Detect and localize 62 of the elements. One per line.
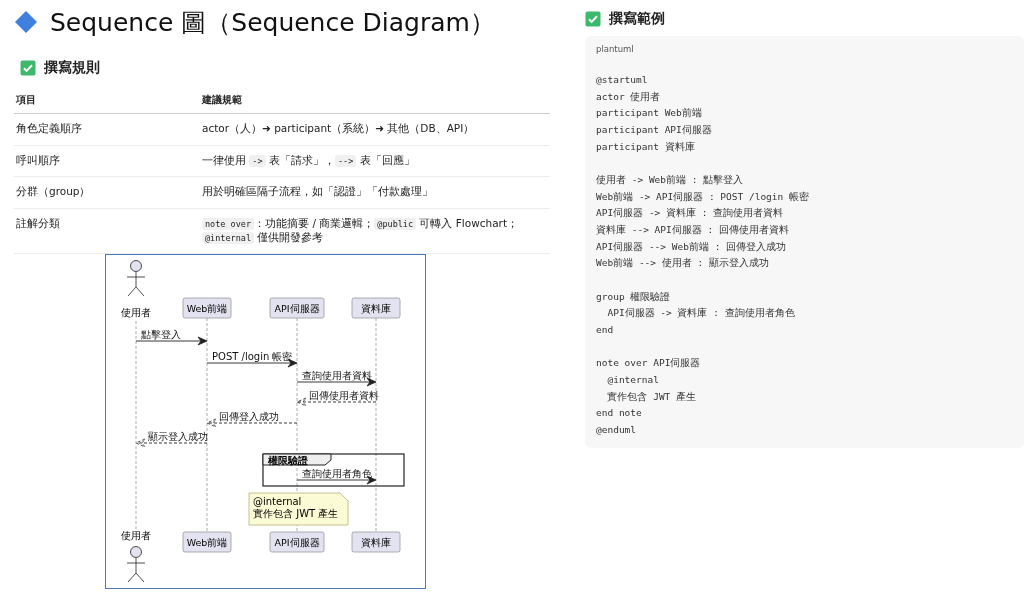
code-language-label: plantuml bbox=[596, 44, 635, 54]
message-label: POST /login 帳密 bbox=[212, 350, 293, 362]
code-line: API伺服器 -> 資料庫 : 查詢使用者角色 bbox=[606, 306, 796, 321]
participant-box bbox=[351, 531, 401, 553]
participant-box bbox=[269, 531, 325, 553]
code-line: end note bbox=[596, 406, 643, 421]
note-text: 實作包含 JWT 產生 bbox=[253, 508, 339, 520]
participant-label: Web前端 bbox=[186, 537, 228, 549]
code-line: participant API伺服器 bbox=[596, 123, 713, 138]
table-cell: actor（人）➜ participant（系統）➜ 其他（DB、API） bbox=[200, 113, 550, 146]
message-label: 回傳登入成功 bbox=[219, 410, 279, 422]
message-label: 顯示登入成功 bbox=[148, 430, 208, 442]
message-label: 回傳使用者資料 bbox=[309, 389, 379, 401]
code-line: @internal bbox=[606, 372, 660, 387]
participant-label: 使用者 bbox=[121, 307, 151, 319]
message-label: 點擊登入 bbox=[141, 328, 181, 340]
checkbox-icon bbox=[20, 60, 36, 76]
table-cell: note over ：功能摘要 / 商業邏輯； @public 可轉入 Flowchart； @internal 僅供開發參考 bbox=[200, 208, 550, 254]
table-cell: 用於明確區隔子流程，如「認證」「付款處理」 bbox=[200, 176, 550, 209]
message-label: 查詢使用者角色 bbox=[302, 467, 372, 479]
participant-label: 資料庫 bbox=[361, 537, 391, 549]
code-line: @enduml bbox=[596, 422, 638, 437]
participant-label: API伺服器 bbox=[274, 537, 320, 549]
checkbox-icon bbox=[585, 11, 601, 27]
code-line: API伺服器 --> Web前端 : 回傳登入成功 bbox=[596, 239, 788, 254]
participant-label: 資料庫 bbox=[361, 303, 391, 315]
code-line: @startuml bbox=[596, 73, 649, 87]
section-heading: 撰寫規則 bbox=[44, 59, 100, 77]
participant-box bbox=[351, 297, 401, 319]
participant-label: 使用者 bbox=[121, 530, 151, 542]
diamond-icon bbox=[14, 10, 38, 34]
page-title: Sequence 圖（Sequence Diagram） bbox=[50, 6, 495, 39]
code-line: Web前端 -> API伺服器 : POST /login 帳密 bbox=[596, 189, 810, 204]
table-cell: 一律使用 -> 表「請求」， --> 表「回應」 bbox=[200, 145, 550, 177]
table-cell: 角色定義順序 bbox=[14, 113, 200, 146]
participant-box bbox=[182, 297, 232, 319]
code-line: group 權限驗證 bbox=[596, 289, 672, 304]
message-label: 查詢使用者資料 bbox=[302, 369, 372, 381]
table-cell: 註解分類 bbox=[14, 208, 200, 254]
code-line: Web前端 --> 使用者 : 顯示登入成功 bbox=[596, 256, 770, 271]
code-line: participant 資料庫 bbox=[596, 139, 696, 154]
code-line: API伺服器 -> 資料庫 : 查詢使用者資料 bbox=[596, 206, 785, 221]
participant-label: Web前端 bbox=[186, 303, 228, 315]
code-line: participant Web前端 bbox=[596, 106, 703, 121]
code-line: note over API伺服器 bbox=[596, 356, 702, 371]
section-heading: 撰寫範例 bbox=[609, 10, 665, 28]
code-line: 使用者 -> Web前端 : 點擊登入 bbox=[596, 172, 745, 187]
code-line: actor 使用者 bbox=[596, 89, 662, 104]
code-line: 實作包含 JWT 產生 bbox=[606, 389, 698, 404]
participant-box bbox=[269, 297, 325, 319]
group-label: 權限驗證 bbox=[268, 454, 308, 466]
table-cell: 分群（group） bbox=[14, 176, 200, 209]
code-line: end bbox=[596, 322, 615, 337]
column-header: 建議規範 bbox=[200, 87, 550, 114]
table-cell: 呼叫順序 bbox=[14, 145, 200, 177]
code-line: 資料庫 --> API伺服器 : 回傳使用者資料 bbox=[596, 223, 790, 237]
participant-box bbox=[182, 531, 232, 553]
actor-figure bbox=[126, 546, 146, 583]
actor-figure bbox=[126, 260, 146, 297]
note-text: @internal bbox=[253, 496, 302, 508]
column-header: 項目 bbox=[14, 87, 200, 114]
participant-label: API伺服器 bbox=[274, 303, 320, 315]
